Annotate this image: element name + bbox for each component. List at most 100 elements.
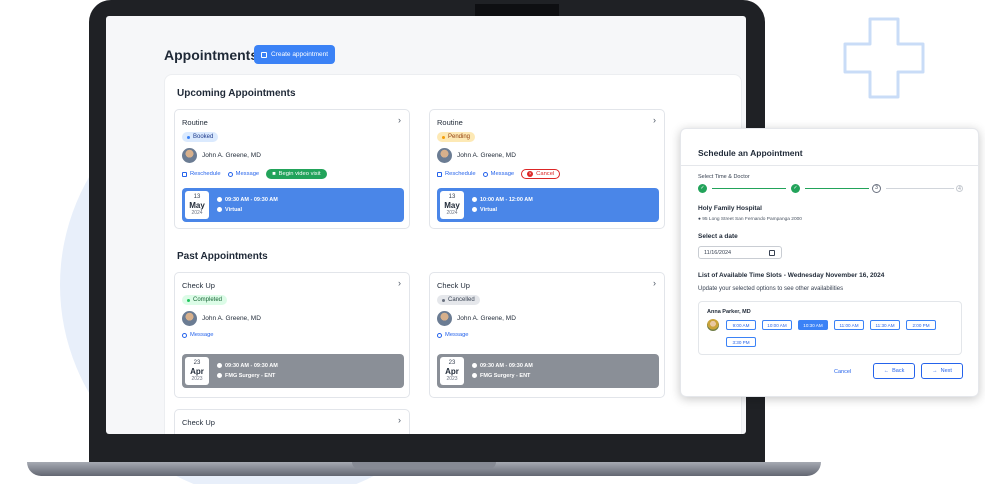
reschedule-link[interactable]: Reschedule [182,171,221,177]
step-line [886,188,954,189]
clock-icon [217,362,222,368]
card-actions: Reschedule Message × Cancel [437,169,561,179]
status-label: Completed [193,297,223,303]
step-line [712,188,786,189]
step-done-check-icon: ✓ [791,184,800,193]
appointment-card[interactable]: Check Up › Cancelled John A. Greene, MD … [429,272,665,398]
doctor-name: John A. Greene, MD [202,152,261,159]
hospital-address: ● 95 Long Street San Fernando Pampanga 2… [698,217,802,222]
step-done-check-icon: ✓ [698,184,707,193]
appointment-card[interactable]: Check Up › Completed John A. Greene, MD … [174,272,410,398]
card-actions: Message [437,332,469,338]
time-slot-button[interactable]: 2:00 PM [906,320,936,330]
message-link[interactable]: Message [227,171,259,177]
chevron-right-icon[interactable]: › [653,115,656,125]
appointment-type: Check Up [182,281,215,290]
begin-video-visit-button[interactable]: ■ Begin video visit [266,169,327,179]
back-label: Back [892,368,905,374]
clock-icon [472,362,477,368]
message-link[interactable]: Message [482,171,515,177]
time-slot-button[interactable]: 9:00 AM [726,320,756,330]
card-actions: Reschedule Message ■ Begin video visit [182,169,327,179]
date-day: 13 [448,194,456,200]
laptop-screen: Appointments Create appointment Upcoming… [106,16,746,434]
create-appointment-label: Create appointment [271,51,329,58]
appointment-details: 10:00 AM - 12:00 AM Virtual [472,195,533,215]
appointment-type: Routine [182,118,208,127]
create-appointment-button[interactable]: Create appointment [254,45,336,64]
doctor: John A. Greene, MD [437,311,516,326]
time-slot-button[interactable]: 11:30 AM [870,320,900,330]
medical-cross-icon [843,17,925,99]
appointment-location: Virtual [480,207,498,213]
reschedule-label: Reschedule [445,171,476,177]
step-upcoming: 4 [956,185,963,192]
appointment-card[interactable]: Routine › Booked John A. Greene, MD Resc… [174,109,410,229]
doctor-name: John A. Greene, MD [457,315,516,322]
next-label: Next [940,368,952,374]
location-pin-icon [472,206,477,212]
close-icon: × [527,171,534,177]
time-slot-button[interactable]: 10:00 AM [762,320,792,330]
appointment-details: 09:30 AM - 09:30 AM FMG Surgery - ENT [472,361,533,381]
appointment-date-block: 23 Apr 2023 09:30 AM - 09:30 AM FMG Surg… [437,354,659,388]
appointment-details: 09:30 AM - 09:30 AM Virtual [217,195,278,215]
chevron-right-icon[interactable]: › [398,278,401,288]
chevron-right-icon[interactable]: › [398,415,401,425]
reschedule-link[interactable]: Reschedule [437,171,476,177]
page-title: Appointments [164,47,259,63]
calendar-icon [437,171,442,177]
appointment-time: 09:30 AM - 09:30 AM [480,363,533,369]
message-icon [482,171,488,177]
step-label: Select Time & Doctor [698,174,750,180]
address-text: 95 Long Street San Fernando Pampanga 200… [702,217,802,222]
avatar [437,148,452,163]
status-label: Cancelled [448,297,475,303]
chevron-right-icon[interactable]: › [398,115,401,125]
doctor-slots-box: Anna Parker, MD 9:00 AM 10:00 AM 10:30 A… [698,301,962,355]
avatar [182,148,197,163]
appointment-type: Routine [437,118,463,127]
date-day: 23 [448,360,456,366]
back-button[interactable]: ← Back [873,363,915,379]
schedule-appointment-modal: Schedule an Appointment Select Time & Do… [680,128,979,397]
message-link[interactable]: Message [182,332,214,338]
chevron-right-icon[interactable]: › [653,278,656,288]
appointment-date-block: 23 Apr 2023 09:30 AM - 09:30 AM FMG Surg… [182,354,404,388]
date-tile: 13 May 2024 [440,191,464,219]
past-title: Past Appointments [177,251,268,262]
status-dot [187,135,190,139]
card-actions: Message [182,332,214,338]
appointment-type: Check Up [437,281,470,290]
time-slot-button[interactable]: 3:30 PM [726,337,756,347]
message-link[interactable]: Message [437,332,469,338]
cancel-appointment-button[interactable]: × Cancel [521,169,561,179]
appointment-location: FMG Surgery - ENT [480,373,531,379]
date-tile: 13 May 2024 [185,191,209,219]
message-icon [437,332,442,338]
hospital-name: Holy Family Hospital [698,205,762,212]
appointment-type: Check Up [182,418,215,427]
calendar-icon [261,51,267,58]
status-badge: Completed [182,295,228,305]
calendar-icon [182,171,187,177]
appointment-date-block: 13 May 2024 09:30 AM - 09:30 AM Virtual [182,188,404,222]
calendar-icon[interactable] [769,249,775,256]
select-date-label: Select a date [698,233,738,240]
step-current: 3 [872,184,881,193]
video-visit-label: Begin video visit [278,171,321,177]
next-button[interactable]: → Next [921,363,963,379]
cancel-button[interactable]: Cancel [834,369,851,375]
time-slot-button[interactable]: 11:00 AM [834,320,864,330]
appointment-card[interactable]: Routine › Pending John A. Greene, MD Res… [429,109,665,229]
time-slot-button-selected[interactable]: 10:30 AM [798,320,828,330]
date-year: 2023 [191,376,203,382]
date-field[interactable]: 11/16/2024 [698,246,782,259]
appointment-date-block: 13 May 2024 10:00 AM - 12:00 AM Virtual [437,188,659,222]
avatar [437,311,452,326]
appointments-panel: Upcoming Appointments Routine › Booked J… [164,74,742,434]
message-label: Message [490,171,515,177]
step-line [805,188,869,189]
doctor-name: John A. Greene, MD [457,152,516,159]
appointment-card[interactable]: Check Up › [174,409,410,434]
